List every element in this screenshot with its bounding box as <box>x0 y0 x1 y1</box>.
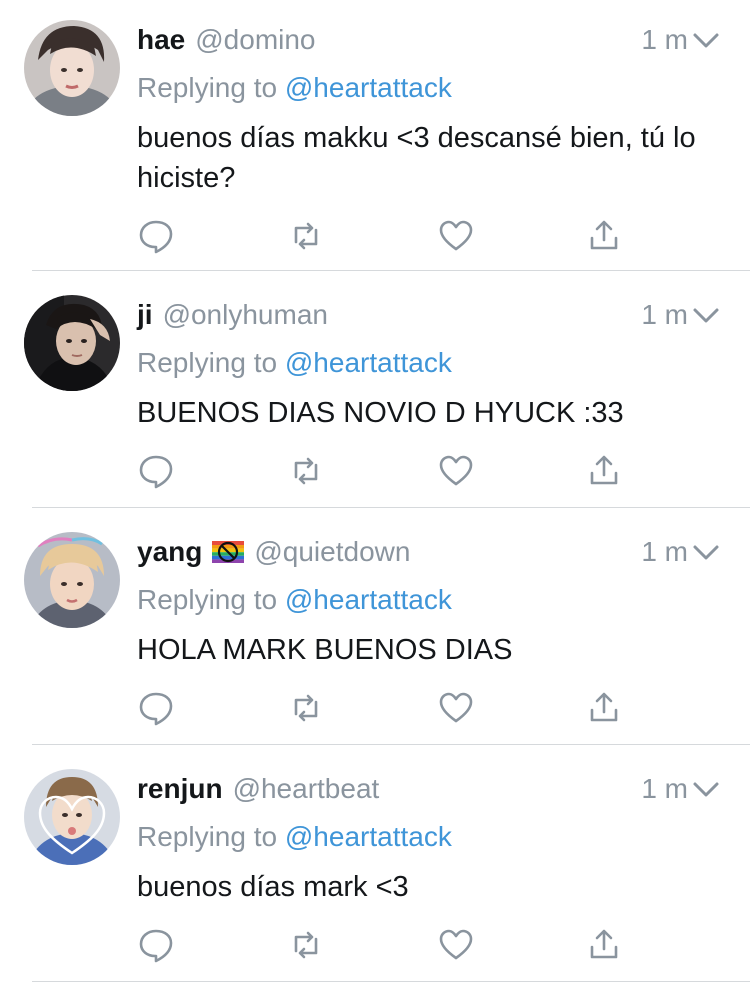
avatar-photo <box>24 532 120 628</box>
reply-button[interactable] <box>136 925 176 965</box>
like-icon <box>439 929 473 960</box>
tweet-header: ji @onlyhuman <box>137 295 328 335</box>
divider <box>32 270 750 271</box>
display-name[interactable]: yang <box>137 536 202 568</box>
like-icon <box>439 692 473 723</box>
tweet-header: hae @domino <box>137 20 316 60</box>
retweet-button[interactable] <box>286 688 326 728</box>
avatar-photo <box>24 769 120 865</box>
retweet-button[interactable] <box>286 451 326 491</box>
chevron-down-icon[interactable] <box>692 777 720 801</box>
replying-to-handle[interactable]: @heartattack <box>285 347 452 378</box>
replying-to: Replying to @heartattack <box>137 817 452 857</box>
tweet-text: buenos días mark <3 <box>137 871 409 903</box>
share-icon <box>590 220 618 250</box>
retweet-icon <box>294 694 318 722</box>
tweet-text: HOLA MARK BUENOS DIAS <box>137 634 513 666</box>
replying-to-label: Replying to <box>137 72 278 103</box>
action-bar <box>0 688 750 728</box>
user-handle[interactable]: @onlyhuman <box>163 299 328 331</box>
replying-to-label: Replying to <box>137 347 278 378</box>
action-bar <box>0 216 750 256</box>
like-button[interactable] <box>436 688 476 728</box>
tweet[interactable]: ji @onlyhuman 1 m Replying to @heartatta… <box>0 295 750 495</box>
tweet-text: buenos días makku <3 descansé bien, tú l… <box>137 122 696 194</box>
tweet-text: BUENOS DIAS NOVIO D HYUCK :33 <box>137 397 624 429</box>
retweet-icon <box>294 931 318 959</box>
like-button[interactable] <box>436 925 476 965</box>
replying-to: Replying to @heartattack <box>137 68 452 108</box>
like-button[interactable] <box>436 216 476 256</box>
action-bar <box>0 451 750 491</box>
retweet-button[interactable] <box>286 216 326 256</box>
display-name[interactable]: ji <box>137 299 153 331</box>
chevron-down-icon[interactable] <box>692 303 720 327</box>
like-button[interactable] <box>436 451 476 491</box>
avatar[interactable] <box>24 532 120 628</box>
timestamp: 1 m <box>641 299 688 330</box>
tweet-feed: hae @domino 1 m Replying to @heartattack… <box>0 0 750 985</box>
tweet[interactable]: hae @domino 1 m Replying to @heartattack… <box>0 20 750 254</box>
avatar[interactable] <box>24 769 120 865</box>
share-button[interactable] <box>584 925 624 965</box>
reply-button[interactable] <box>136 216 176 256</box>
tweet[interactable]: renjun @heartbeat 1 m Replying to @heart… <box>0 769 750 969</box>
display-name[interactable]: hae <box>137 24 185 56</box>
avatar[interactable] <box>24 20 120 116</box>
replying-to-handle[interactable]: @heartattack <box>285 821 452 852</box>
divider <box>32 744 750 745</box>
like-icon <box>439 220 473 251</box>
share-button[interactable] <box>584 451 624 491</box>
retweet-button[interactable] <box>286 925 326 965</box>
tweet-header: yang @quietdown <box>137 532 410 572</box>
replying-to-label: Replying to <box>137 584 278 615</box>
user-handle[interactable]: @heartbeat <box>233 773 380 805</box>
reply-icon <box>139 929 173 963</box>
avatar-photo <box>24 20 120 116</box>
share-icon <box>590 692 618 722</box>
share-button[interactable] <box>584 216 624 256</box>
replying-to-handle[interactable]: @heartattack <box>285 72 452 103</box>
timestamp: 1 m <box>641 536 688 567</box>
user-handle[interactable]: @quietdown <box>254 536 410 568</box>
chevron-down-icon[interactable] <box>692 540 720 564</box>
timestamp: 1 m <box>641 24 688 55</box>
avatar[interactable] <box>24 295 120 391</box>
reply-button[interactable] <box>136 451 176 491</box>
reply-icon <box>139 692 173 726</box>
rainbow-flag-no-sign-icon <box>212 541 245 563</box>
timestamp: 1 m <box>641 773 688 804</box>
tweet[interactable]: yang @quietdown 1 m Replying to @heartat… <box>0 532 750 732</box>
replying-to: Replying to @heartattack <box>137 580 452 620</box>
share-icon <box>590 455 618 485</box>
action-bar <box>0 925 750 965</box>
like-icon <box>439 455 473 486</box>
reply-icon <box>139 220 173 254</box>
replying-to-handle[interactable]: @heartattack <box>285 584 452 615</box>
tweet-header: renjun @heartbeat <box>137 769 379 809</box>
retweet-icon <box>294 222 318 250</box>
display-name[interactable]: renjun <box>137 773 223 805</box>
share-button[interactable] <box>584 688 624 728</box>
replying-to-label: Replying to <box>137 821 278 852</box>
retweet-icon <box>294 457 318 485</box>
reply-button[interactable] <box>136 688 176 728</box>
reply-icon <box>139 455 173 489</box>
avatar-photo <box>24 295 120 391</box>
divider <box>32 981 750 982</box>
replying-to: Replying to @heartattack <box>137 343 452 383</box>
share-icon <box>590 929 618 959</box>
user-handle[interactable]: @domino <box>195 24 315 56</box>
divider <box>32 507 750 508</box>
chevron-down-icon[interactable] <box>692 28 720 52</box>
